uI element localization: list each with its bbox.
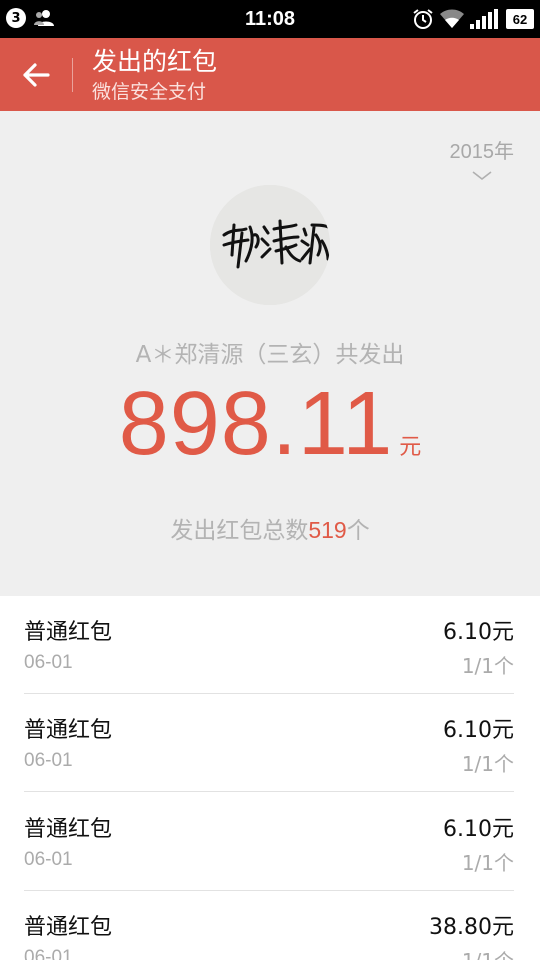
packet-date: 06-01 [24, 652, 73, 673]
year-selector[interactable]: 2015年 [434, 135, 514, 185]
page-subtitle: 微信安全支付 [92, 81, 207, 103]
packet-type: 普通红包 [24, 915, 113, 940]
list-item[interactable]: 普通红包 6.10元 06-01 1/1个 [0, 793, 540, 891]
total-amount-block: 898.11 元 [0, 369, 540, 479]
amount-unit: 元 [399, 435, 422, 460]
count-prefix: 发出红包总数 [170, 518, 309, 544]
list-item[interactable]: 普通红包 6.10元 06-01 1/1个 [0, 596, 540, 694]
row-divider [24, 791, 514, 792]
packet-date: 06-01 [24, 750, 73, 771]
status-bar: 3 11:08 62 [0, 0, 540, 38]
app-header: 发出的红包 微信安全支付 [0, 38, 540, 111]
signature-avatar-image [210, 185, 330, 305]
packet-list: 普通红包 6.10元 06-01 1/1个 普通红包 6.10元 06-01 1… [0, 596, 540, 960]
list-item[interactable]: 普通红包 6.10元 06-01 1/1个 [0, 694, 540, 792]
back-button[interactable] [14, 56, 58, 94]
packet-amount: 38.80元 [429, 915, 514, 940]
packet-count-ratio: 1/1个 [462, 945, 514, 960]
packet-count-line: 发出红包总数519个 [0, 511, 540, 545]
packet-date: 06-01 [24, 849, 73, 870]
total-amount: 898.11 [118, 374, 394, 474]
back-arrow-icon [23, 63, 50, 87]
signal-icon [470, 9, 498, 29]
packet-type: 普通红包 [24, 817, 113, 842]
packet-count-ratio: 1/1个 [461, 654, 514, 678]
packet-date: 06-01 [24, 947, 73, 960]
list-item[interactable]: 普通红包 38.80元 06-01 1/1个 [0, 891, 540, 960]
packet-count-ratio: 1/1个 [461, 851, 514, 875]
battery-indicator: 62 [506, 9, 534, 29]
header-divider [72, 58, 73, 92]
packet-amount: 6.10元 [443, 620, 514, 645]
packet-amount: 6.10元 [443, 718, 514, 743]
sender-summary-text: A＊郑清源（三玄）共发出 [135, 342, 405, 368]
summary-panel: 2015年 A＊郑清源（三玄）共发出 898.11 元 发出红包总数519个 [0, 111, 540, 596]
avatar[interactable] [210, 185, 330, 305]
page-title: 发出的红包 [92, 47, 218, 76]
wifi-icon [440, 9, 464, 28]
packet-type: 普通红包 [24, 620, 113, 645]
year-label: 2015年 [449, 141, 515, 163]
packet-amount: 6.10元 [443, 817, 514, 842]
count-suffix: 个 [346, 518, 370, 544]
chevron-down-icon [472, 171, 492, 181]
status-right: 62 [412, 8, 534, 30]
packet-count: 519 [308, 517, 347, 543]
alarm-icon [413, 9, 433, 29]
packet-type: 普通红包 [24, 718, 113, 743]
packet-count-ratio: 1/1个 [461, 752, 514, 776]
